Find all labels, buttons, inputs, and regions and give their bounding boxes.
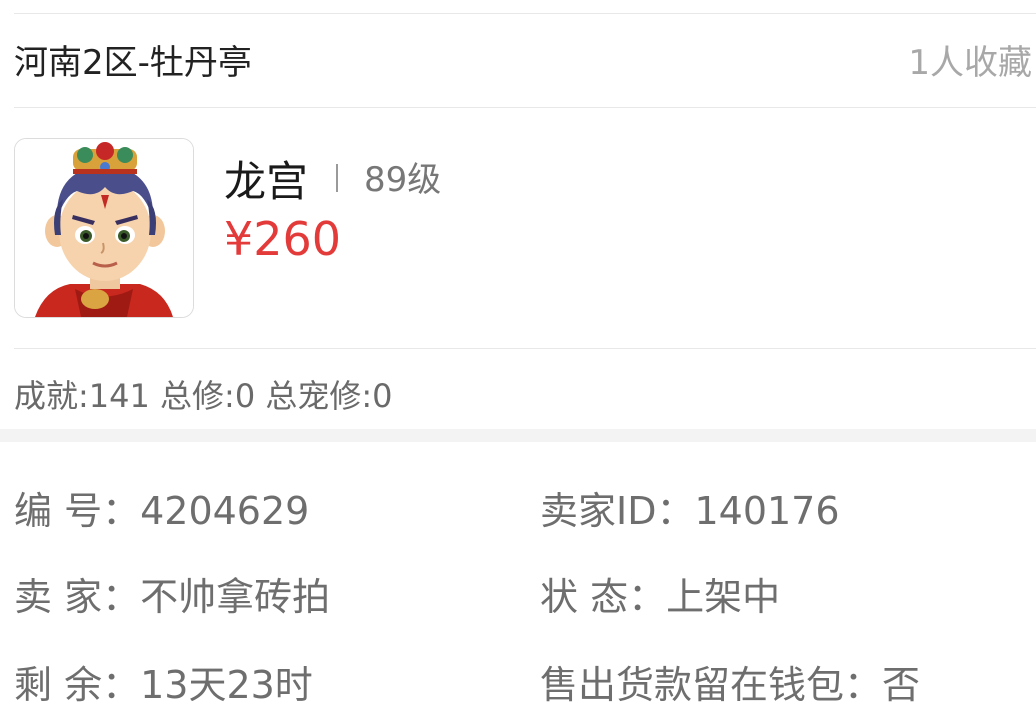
wallet-setting-field: 售出货款留在钱包：否 [540,654,920,709]
seller-value[interactable]: 不帅拿砖拍 [140,575,330,619]
seller-id-value: 140176 [694,489,840,533]
status-field: 状 态：上架中 [540,566,780,621]
seller-id-field: 卖家ID：140176 [540,480,840,535]
remaining-time-field: 剩 余：13天23时 [14,654,313,709]
serial-number-field: 编 号：4204629 [14,480,309,535]
trade-info-grid: 编 号：4204629 卖家ID：140176 卖 家：不帅拿砖拍 状 态：上架… [14,442,1036,717]
section-separator [0,429,1036,442]
wallet-setting-value: 否 [882,663,921,707]
role-summary[interactable]: 龙宫 89级 ¥260 [14,108,1036,349]
stats-row: 成就:141 总修:0 总宠修:0 [14,349,1036,429]
wallet-setting-label: 售出货款留在钱包： [540,663,883,707]
role-level: 89级 [364,160,442,200]
stats-text: 成就:141 总修:0 总宠修:0 [14,377,393,415]
remaining-time-label: 剩 余： [14,663,141,707]
serial-number-label: 编 号： [14,489,141,533]
server-name: 河南2区-牡丹亭 [14,43,252,83]
seller-label: 卖 家： [14,575,141,619]
seller-id-label: 卖家ID： [540,489,695,533]
role-price: ¥260 [224,212,342,266]
serial-number-value: 4204629 [140,489,310,533]
seller-field: 卖 家：不帅拿砖拍 [14,566,330,621]
remaining-time-value: 13天23时 [140,663,313,707]
role-school-name: 龙宫 [224,157,309,206]
server-header-row: 河南2区-牡丹亭 1人收藏 [14,14,1036,108]
character-portrait-icon[interactable] [14,138,194,318]
favorite-count[interactable]: 1人收藏 [908,35,1032,84]
status-value: 上架中 [666,575,781,619]
level-divider [336,164,338,192]
trade-detail-page: 河南2区-牡丹亭 1人收藏 龙宫 89级 ¥260 成就:141 总修:0 总宠… [0,0,1036,717]
status-label: 状 态： [540,575,667,619]
